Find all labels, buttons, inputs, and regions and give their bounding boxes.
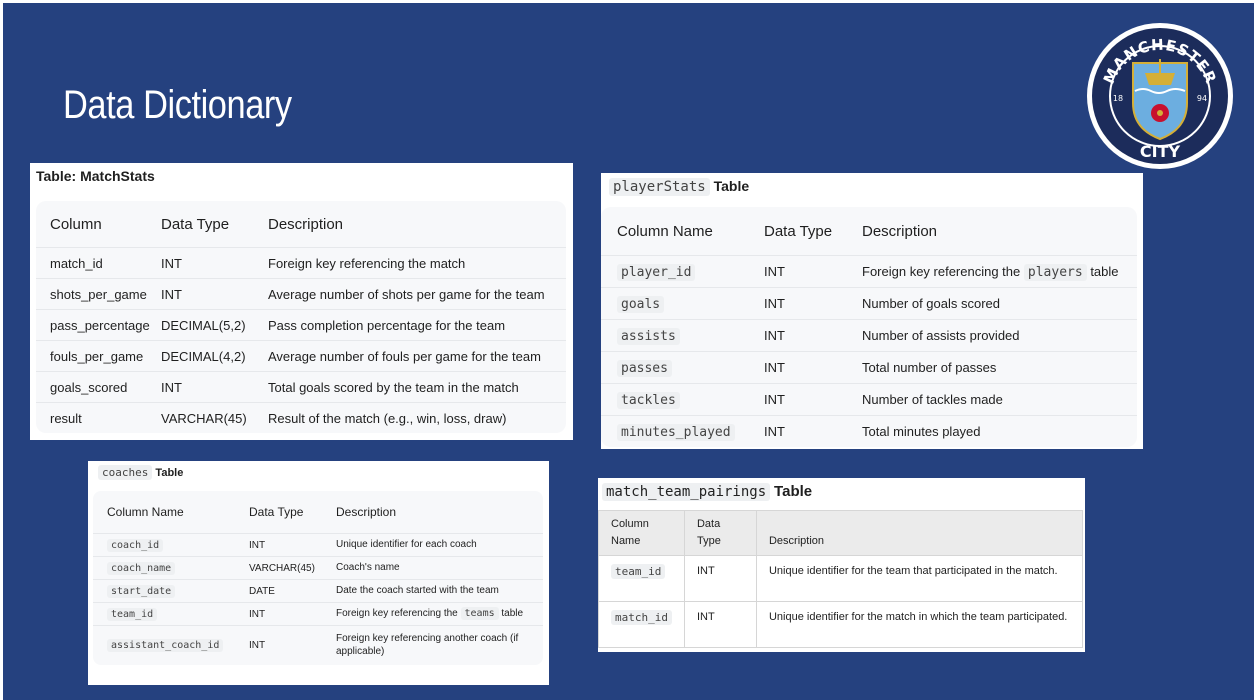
matchstats-table: Column Data Type Description match_id INT…	[36, 201, 566, 433]
table-row: shots_per_game INT Average number of shots…	[36, 278, 566, 309]
table-row: assists INT Number of assists provided	[601, 319, 1137, 351]
table-header-row: Column Name Data Type Description	[617, 222, 938, 240]
table-row: player_id INT Foreign key referencing the …	[601, 255, 1137, 287]
svg-text:94: 94	[1197, 94, 1207, 103]
table-row: match_id INT Foreign key referencing the m…	[36, 247, 566, 278]
matchstats-table-card: Table: MatchStats Column Data Type Descr…	[30, 163, 573, 440]
playerstats-table: Column Name Data Type Description player…	[601, 207, 1137, 447]
coaches-caption: coaches Table	[98, 465, 183, 480]
slide: Data Dictionary MANCHESTER CITY 18 94 Ta…	[3, 3, 1254, 700]
playerstats-caption: playerStats Table	[609, 178, 749, 196]
table-row: team_id INT Foreign key referencing the te…	[93, 602, 543, 625]
table-row: result VARCHAR(45) Result of the match (e.…	[36, 402, 566, 433]
page-title: Data Dictionary	[63, 83, 292, 127]
table-header-row: Column Name Data Type Description	[598, 509, 1084, 557]
table-row: coach_name VARCHAR(45) Coach's name	[93, 556, 543, 579]
table-row: team_id INT Unique identifier for the te…	[598, 555, 1084, 603]
table-row: goals_scored INT Total goals scored by the…	[36, 371, 566, 402]
match-team-pairings-table-card: match_team_pairings Table Column Name Da…	[598, 478, 1085, 652]
table-row: goals INT Number of goals scored	[601, 287, 1137, 319]
pairings-table: Column Name Data Type Description team_i…	[598, 509, 1084, 649]
table-row: passes INT Total number of passes	[601, 351, 1137, 383]
table-row: start_date DATE Date the coach started wit…	[93, 579, 543, 602]
table-row: coach_id INT Unique identifier for each co…	[93, 533, 543, 556]
club-crest-logo: MANCHESTER CITY 18 94	[1085, 21, 1235, 171]
coaches-table: Column Name Data Type Description coach_…	[93, 491, 543, 665]
svg-text:18: 18	[1113, 94, 1123, 103]
table-row: tackles INT Number of tackles made	[601, 383, 1137, 415]
matchstats-caption: Table: MatchStats	[36, 168, 155, 184]
table-row: pass_percentage DECIMAL(5,2) Pass completi…	[36, 309, 566, 340]
coaches-table-card: coaches Table Column Name Data Type Desc…	[88, 461, 549, 685]
table-row: minutes_played INT Total minutes played	[601, 415, 1137, 447]
table-row: match_id INT Unique identifier for the m…	[598, 601, 1084, 649]
logo-bottom-text: CITY	[1140, 142, 1181, 161]
playerstats-table-card: playerStats Table Column Name Data Type …	[601, 173, 1143, 449]
table-row: assistant_coach_id INT Foreign key referen…	[93, 625, 543, 665]
pairings-caption: match_team_pairings Table	[602, 483, 812, 501]
table-row: fouls_per_game DECIMAL(4,2) Average number…	[36, 340, 566, 371]
table-header-row: Column Data Type Description	[50, 215, 344, 233]
table-header-row: Column Name Data Type Description	[107, 504, 397, 520]
